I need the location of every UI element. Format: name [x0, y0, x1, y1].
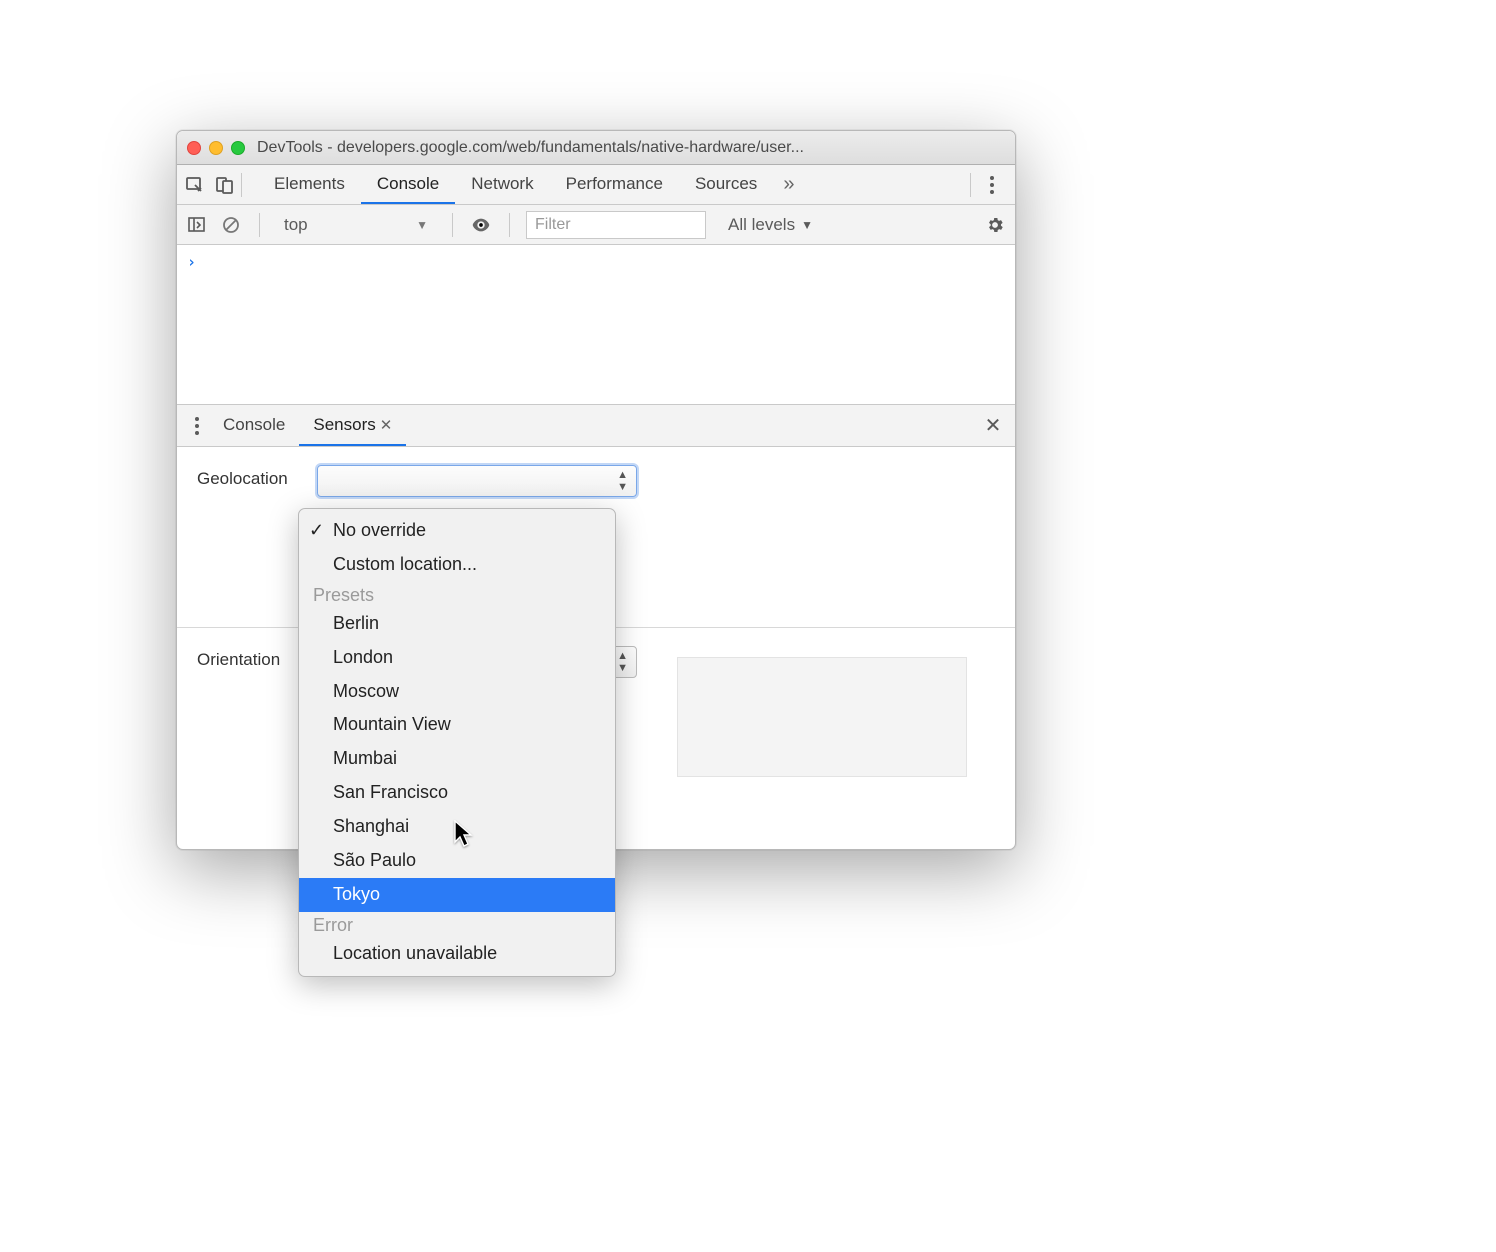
console-settings-icon[interactable]: [983, 213, 1007, 237]
divider: [241, 173, 242, 197]
geolocation-dropdown: No override Custom location... Presets B…: [298, 508, 616, 977]
geolocation-select[interactable]: ▲▼: [317, 465, 637, 497]
dropdown-item-no-override[interactable]: No override: [299, 514, 615, 548]
tabs-list: Elements Console Network Performance Sou…: [258, 165, 964, 204]
console-body[interactable]: ›: [177, 245, 1015, 405]
tab-network[interactable]: Network: [455, 165, 549, 204]
dropdown-item-preset[interactable]: London: [299, 641, 615, 675]
divider: [970, 173, 971, 197]
tab-console[interactable]: Console: [361, 165, 455, 204]
window-title: DevTools - developers.google.com/web/fun…: [257, 139, 1005, 157]
dropdown-group-error: Error: [299, 912, 615, 937]
orientation-preview[interactable]: [677, 657, 967, 777]
tabs-overflow-button[interactable]: »: [773, 165, 804, 204]
device-toolbar-icon[interactable]: [215, 175, 235, 195]
console-prompt-icon: ›: [187, 253, 196, 271]
context-value: top: [284, 215, 308, 235]
dropdown-item-preset[interactable]: Berlin: [299, 607, 615, 641]
levels-label: All levels: [728, 215, 795, 235]
dropdown-item-preset[interactable]: Mumbai: [299, 742, 615, 776]
divider: [452, 213, 453, 237]
divider: [509, 213, 510, 237]
tab-sources[interactable]: Sources: [679, 165, 773, 204]
close-icon[interactable]: ✕: [380, 416, 393, 434]
live-expression-icon[interactable]: [469, 213, 493, 237]
filter-input[interactable]: [526, 211, 706, 239]
close-window-button[interactable]: [187, 141, 201, 155]
drawer-more-button[interactable]: [185, 417, 209, 435]
maximize-window-button[interactable]: [231, 141, 245, 155]
dropdown-item-preset[interactable]: Moscow: [299, 675, 615, 709]
window-controls: [187, 141, 245, 155]
divider: [259, 213, 260, 237]
dropdown-item-custom[interactable]: Custom location...: [299, 548, 615, 582]
dropdown-item-preset[interactable]: Tokyo: [299, 878, 615, 912]
titlebar: DevTools - developers.google.com/web/fun…: [177, 131, 1015, 165]
geolocation-label: Geolocation: [197, 465, 317, 489]
minimize-window-button[interactable]: [209, 141, 223, 155]
toggle-sidebar-icon[interactable]: [185, 213, 209, 237]
drawer-tab-console[interactable]: Console: [209, 405, 299, 446]
drawer-tab-sensors-label: Sensors: [313, 415, 375, 435]
console-toolbar: top ▼ All levels ▼: [177, 205, 1015, 245]
select-arrows-icon: ▲▼: [617, 469, 628, 493]
context-selector[interactable]: top ▼: [276, 211, 436, 239]
caret-down-icon: ▼: [801, 218, 813, 232]
dropdown-item-location-unavailable[interactable]: Location unavailable: [299, 937, 615, 971]
dropdown-group-presets: Presets: [299, 582, 615, 607]
drawer-close-button[interactable]: ✕: [979, 413, 1007, 438]
select-arrows-icon: ▲▼: [617, 650, 628, 674]
inspect-element-icon[interactable]: [185, 175, 205, 195]
main-tab-bar: Elements Console Network Performance Sou…: [177, 165, 1015, 205]
caret-down-icon: ▼: [416, 218, 428, 232]
tab-elements[interactable]: Elements: [258, 165, 361, 204]
dropdown-item-preset[interactable]: San Francisco: [299, 776, 615, 810]
cursor-icon: [454, 820, 474, 853]
clear-console-icon[interactable]: [219, 213, 243, 237]
log-levels-selector[interactable]: All levels ▼: [728, 215, 813, 235]
tab-performance[interactable]: Performance: [550, 165, 679, 204]
drawer-tab-bar: Console Sensors ✕ ✕: [177, 405, 1015, 447]
more-options-button[interactable]: [977, 176, 1007, 194]
drawer-tab-sensors[interactable]: Sensors ✕: [299, 405, 406, 446]
dropdown-item-preset[interactable]: Mountain View: [299, 708, 615, 742]
geolocation-row: Geolocation ▲▼: [197, 465, 995, 497]
